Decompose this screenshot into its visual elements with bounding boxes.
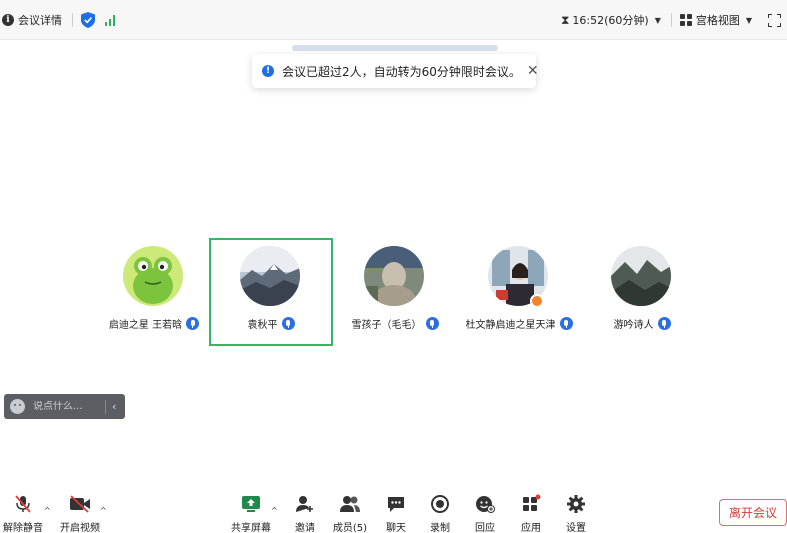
chat-input[interactable]	[33, 401, 103, 412]
avatar	[240, 246, 300, 306]
info-icon: !	[262, 65, 274, 77]
top-left-group: i 会议详情	[2, 11, 115, 29]
time-dropdown-icon[interactable]: ▼	[655, 16, 661, 25]
participant-tile[interactable]: 杜文静启迪之星天津	[457, 238, 581, 346]
participant-tile-active[interactable]: 袁秋平	[209, 238, 333, 346]
participant-tile[interactable]: 雪孩子（毛毛）	[333, 238, 457, 346]
chat-button[interactable]: 聊天	[374, 490, 418, 533]
info-icon[interactable]: i	[2, 14, 14, 26]
members-button[interactable]: 成员(5)	[328, 490, 372, 533]
notification-toast: ! 会议已超过2人，自动转为60分钟限时会议。 ✕	[252, 54, 539, 88]
mic-icon	[657, 317, 671, 330]
participant-name: 游吟诗人	[613, 320, 654, 331]
quick-chat-box: ‹	[4, 394, 125, 419]
name-row: 游吟诗人	[580, 316, 704, 331]
collapse-chevron-icon[interactable]: ‹	[112, 400, 116, 413]
gear-icon	[565, 493, 587, 515]
chat-bubble-icon	[385, 493, 407, 515]
notice-strip	[292, 45, 498, 51]
record-label: 录制	[430, 523, 450, 533]
record-button[interactable]: 录制	[418, 490, 462, 533]
meeting-window: i 会议详情 ⧗ 16:52(60分钟) ▼ 宫格视图 ▼ ! 会议已超过2人，…	[0, 0, 787, 533]
participant-name: 启迪之星 王若晗	[108, 320, 183, 331]
participant-name: 袁秋平	[247, 320, 278, 331]
start-video-label: 开启视频	[60, 523, 100, 533]
name-row: 袁秋平	[211, 316, 331, 331]
apps-button[interactable]: 应用	[509, 490, 553, 533]
name-row: 雪孩子（毛毛）	[333, 316, 457, 331]
mic-icon	[425, 317, 439, 330]
top-right-group: ⧗ 16:52(60分钟) ▼ 宫格视图 ▼	[561, 11, 787, 29]
start-video-button[interactable]: 开启视频	[58, 490, 102, 533]
name-row: 杜文静启迪之星天津	[457, 316, 581, 331]
participant-name: 雪孩子（毛毛）	[351, 320, 422, 331]
settings-label: 设置	[566, 523, 586, 533]
top-bar: i 会议详情 ⧗ 16:52(60分钟) ▼ 宫格视图 ▼	[0, 0, 787, 40]
camera-off-icon	[69, 493, 91, 515]
name-row: 启迪之星 王若晗	[92, 316, 216, 331]
mic-icon	[559, 317, 573, 330]
apps-label: 应用	[521, 523, 541, 533]
members-icon	[339, 493, 361, 515]
grid-view-icon	[679, 14, 692, 26]
mic-muted-icon	[12, 493, 34, 515]
meeting-time[interactable]: 16:52(60分钟)	[572, 12, 648, 28]
members-label: 成员(5)	[332, 523, 368, 533]
audio-options-icon[interactable]: ^	[44, 506, 51, 515]
avatar	[364, 246, 424, 306]
close-icon[interactable]: ✕	[527, 63, 539, 79]
avatar	[123, 246, 183, 306]
settings-button[interactable]: 设置	[554, 490, 598, 533]
signal-strength-icon[interactable]	[105, 14, 115, 26]
divider	[105, 399, 106, 414]
invite-label: 邀请	[295, 523, 315, 533]
reactions-label: 回应	[475, 523, 495, 533]
leave-meeting-button[interactable]: 离开会议	[719, 499, 787, 526]
host-badge-icon	[530, 294, 544, 308]
mic-icon	[281, 317, 295, 330]
apps-grid-icon	[520, 493, 542, 515]
share-options-icon[interactable]: ^	[271, 506, 278, 515]
hourglass-icon: ⧗	[560, 12, 570, 27]
meeting-details-link[interactable]: 会议详情	[18, 12, 62, 28]
bottom-toolbar: 解除静音 ^ 开启视频 ^ 共享屏幕 ^ 邀请 成员(5) 聊天 录制 回应 应…	[0, 490, 787, 533]
toast-message: 会议已超过2人，自动转为60分钟限时会议。	[282, 64, 521, 79]
invite-icon	[294, 493, 316, 515]
divider	[670, 13, 672, 27]
reactions-button[interactable]: 回应	[463, 490, 507, 533]
fullscreen-icon[interactable]	[768, 13, 781, 27]
unmute-button[interactable]: 解除静音	[1, 490, 45, 533]
emoji-icon[interactable]	[10, 399, 25, 414]
mic-icon	[186, 317, 200, 330]
participant-name: 杜文静启迪之星天津	[465, 320, 556, 331]
invite-button[interactable]: 邀请	[283, 490, 327, 533]
unmute-label: 解除静音	[3, 523, 43, 533]
view-mode-selector[interactable]: 宫格视图	[696, 12, 740, 28]
chat-label: 聊天	[386, 523, 406, 533]
share-screen-icon	[240, 493, 262, 515]
view-dropdown-icon[interactable]: ▼	[746, 16, 752, 25]
security-shield-icon[interactable]	[81, 12, 95, 28]
participant-tile[interactable]: 游吟诗人	[580, 238, 704, 346]
participant-tile[interactable]: 启迪之星 王若晗	[92, 238, 216, 346]
record-icon	[429, 493, 451, 515]
share-screen-button[interactable]: 共享屏幕	[229, 490, 273, 533]
video-options-icon[interactable]: ^	[100, 506, 107, 515]
avatar	[611, 246, 671, 306]
share-screen-label: 共享屏幕	[231, 523, 271, 533]
reaction-icon	[474, 493, 496, 515]
divider	[72, 13, 73, 27]
